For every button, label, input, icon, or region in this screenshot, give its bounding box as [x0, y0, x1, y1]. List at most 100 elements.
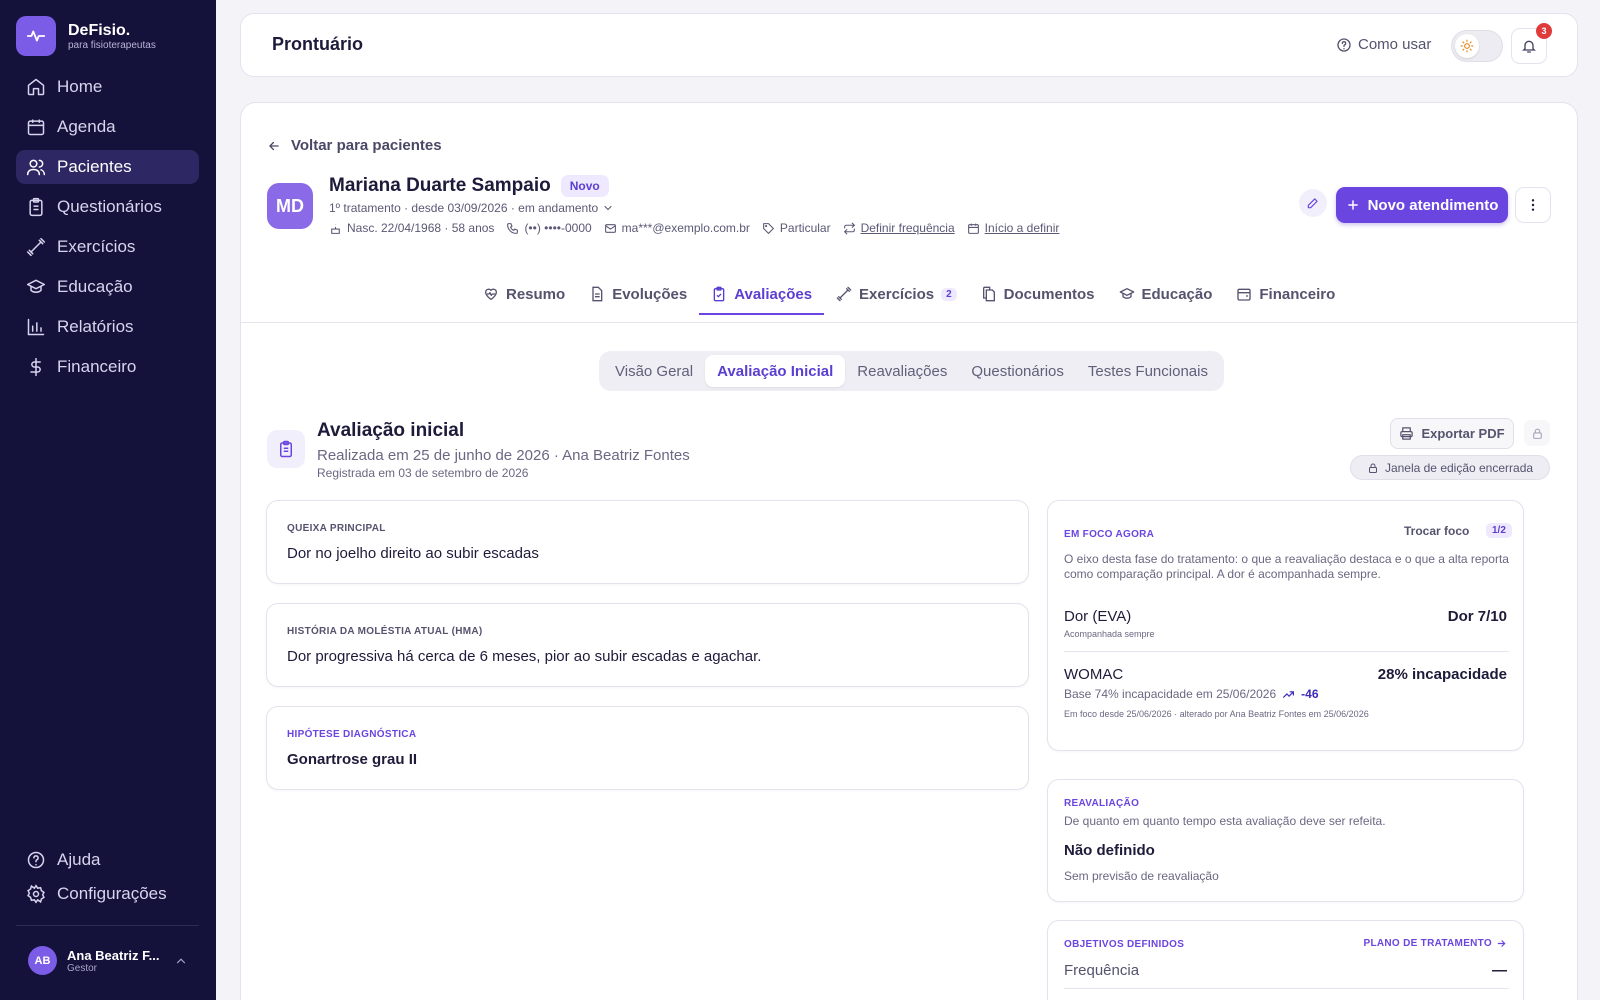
diagnosis-card: HIPÓTESE DIAGNÓSTICA Gonartrose grau II — [266, 706, 1029, 790]
sidebar-item-financeiro[interactable]: Financeiro — [16, 350, 199, 384]
sidebar-item-home[interactable]: Home — [16, 70, 199, 104]
reassessment-note: Sem previsão de reavaliação — [1064, 869, 1219, 883]
objective-item-name: Frequência — [1064, 962, 1140, 979]
new-appointment-button[interactable]: Novo atendimento — [1336, 187, 1508, 223]
phone-info: (••) ••••-0000 — [506, 221, 592, 235]
notification-count-badge: 3 — [1536, 23, 1552, 39]
womac-delta: -46 — [1301, 687, 1319, 701]
focus-page-indicator: 1/2 — [1486, 523, 1512, 538]
brand[interactable]: DeFisio. para fisioterapeutas — [16, 16, 156, 56]
reassessment-card: REAVALIAÇÃO De quanto em quanto tempo es… — [1047, 779, 1524, 902]
tab-label: Avaliações — [734, 285, 813, 303]
user-menu[interactable]: AB Ana Beatriz F... Gestor — [28, 946, 188, 975]
objectives-label: OBJETIVOS DEFINIDOS — [1064, 939, 1185, 950]
tab-resumo[interactable]: Resumo — [471, 273, 577, 315]
tab-evolucoes[interactable]: Evoluções — [577, 273, 699, 315]
home-icon — [27, 78, 45, 96]
email-text: ma***@exemplo.com.br — [621, 221, 750, 235]
tab-avaliacoes[interactable]: Avaliações — [699, 273, 824, 315]
chief-complaint-card: QUEIXA PRINCIPAL Dor no joelho direito a… — [266, 500, 1029, 584]
tab-documentos[interactable]: Documentos — [969, 273, 1107, 315]
patient-meta: Nasc. 22/04/1968 · 58 anos (••) ••••-000… — [329, 221, 1059, 235]
treatment-plan-link[interactable]: PLANO DE TRATAMENTO — [1364, 938, 1507, 949]
heart-pulse-icon — [485, 288, 497, 300]
tab-financeiro[interactable]: Financeiro — [1224, 273, 1347, 315]
how-to-button[interactable]: Como usar — [1336, 36, 1431, 53]
assessment-subtitle: Realizada em 25 de junho de 2026 · Ana B… — [317, 447, 690, 464]
email-info: ma***@exemplo.com.br — [604, 221, 750, 235]
sidebar-item-label: Educação — [57, 277, 133, 296]
brand-name: DeFisio. — [68, 22, 131, 39]
subtab-reavaliacoes[interactable]: Reavaliações — [845, 355, 959, 387]
lock-icon — [1368, 463, 1377, 473]
plus-icon — [1347, 200, 1358, 210]
sidebar-item-questionarios[interactable]: Questionários — [16, 190, 199, 224]
history-card: HISTÓRIA DA MOLÉSTIA ATUAL (HMA) Dor pro… — [266, 603, 1029, 687]
sidebar-item-label: Questionários — [57, 197, 162, 216]
sidebar-item-educacao[interactable]: Educação — [16, 270, 199, 304]
sidebar-item-relatorios[interactable]: Relatórios — [16, 310, 199, 344]
help-circle-icon — [27, 851, 45, 869]
edit-patient-button[interactable] — [1299, 189, 1327, 217]
edit-window-closed-badge: Janela de edição encerrada — [1350, 455, 1550, 480]
define-frequency-link[interactable]: Definir frequência — [843, 221, 955, 235]
sidebar-item-label: Financeiro — [57, 357, 137, 376]
sidebar-item-pacientes[interactable]: Pacientes — [16, 150, 199, 184]
how-to-label: Como usar — [1358, 36, 1432, 53]
sidebar-item-ajuda[interactable]: Ajuda — [16, 845, 199, 875]
sidebar-bottom-nav: Ajuda Configurações — [16, 845, 199, 913]
clipboard-icon — [267, 430, 305, 468]
exercise-count-badge: 2 — [941, 287, 957, 301]
trending-icon — [1283, 690, 1295, 698]
assessment-subtabs: Visão Geral Avaliação Inicial Reavaliaçõ… — [599, 351, 1224, 391]
tab-label: Educação — [1141, 285, 1213, 303]
treatment-status-dropdown[interactable]: 1º tratamento · desde 03/09/2026 · em an… — [329, 201, 614, 215]
subtab-avaliacao-inicial[interactable]: Avaliação Inicial — [705, 355, 846, 387]
notifications-button[interactable]: 3 — [1511, 23, 1552, 64]
tab-educacao[interactable]: Educação — [1107, 273, 1225, 315]
more-options-button[interactable] — [1515, 187, 1551, 223]
clipboard-check-icon — [713, 286, 725, 302]
help-circle-icon — [1337, 37, 1351, 52]
users-icon — [26, 159, 46, 176]
edit-window-closed-label: Janela de edição encerrada — [1384, 460, 1534, 475]
tab-exercicios[interactable]: Exercícios 2 — [824, 273, 969, 315]
bell-icon — [1522, 40, 1536, 53]
womac-baseline-row: Base 74% incapacidade em 25/06/2026 -46 — [1064, 687, 1319, 701]
tab-label: Exercícios — [859, 285, 935, 303]
sidebar-item-label: Relatórios — [57, 317, 134, 336]
insurance-text: Particular — [779, 221, 831, 235]
sidebar-item-configuracoes[interactable]: Configurações — [16, 879, 199, 909]
dumbbell-icon — [836, 286, 852, 302]
avatar: AB — [28, 946, 57, 975]
calendar-icon — [27, 119, 45, 136]
insurance-info: Particular — [762, 221, 831, 235]
arrow-left-icon — [269, 141, 279, 150]
sidebar-item-exercicios[interactable]: Exercícios — [16, 230, 199, 264]
status-badge: Novo — [560, 175, 609, 197]
pain-metric-value: Dor 7/10 — [1447, 608, 1507, 625]
lock-button[interactable] — [1524, 420, 1550, 446]
tab-label: Documentos — [1003, 285, 1095, 303]
subtab-testes-funcionais[interactable]: Testes Funcionais — [1076, 355, 1220, 387]
objectives-divider — [1064, 988, 1509, 989]
sidebar-item-agenda[interactable]: Agenda — [16, 110, 199, 144]
export-pdf-button[interactable]: Exportar PDF — [1390, 418, 1514, 449]
patient-record-card: Voltar para pacientes MD Mariana Duarte … — [240, 102, 1578, 1000]
theme-toggle[interactable] — [1451, 30, 1503, 62]
tab-label: Resumo — [506, 285, 566, 303]
brand-tagline: para fisioterapeutas — [68, 40, 156, 51]
patient-avatar: MD — [267, 183, 313, 229]
back-to-patients-link[interactable]: Voltar para pacientes — [267, 137, 442, 154]
reassessment-label: REAVALIAÇÃO — [1064, 798, 1140, 809]
graduation-cap-icon — [26, 279, 46, 293]
record-tabs: Resumo Evoluções Avaliações Exercícios 2… — [471, 273, 1347, 315]
patient-name: Mariana Duarte Sampaio — [329, 175, 551, 196]
start-date-link[interactable]: Início a definir — [967, 221, 1059, 235]
switch-focus-button[interactable]: Trocar foco — [1404, 524, 1469, 538]
calendar-clock-icon — [967, 223, 979, 234]
history-label: HISTÓRIA DA MOLÉSTIA ATUAL (HMA) — [287, 626, 483, 637]
subtab-visao-geral[interactable]: Visão Geral — [603, 355, 705, 387]
subtab-questionarios[interactable]: Questionários — [959, 355, 1076, 387]
birth-info: Nasc. 22/04/1968 · 58 anos — [329, 221, 494, 235]
